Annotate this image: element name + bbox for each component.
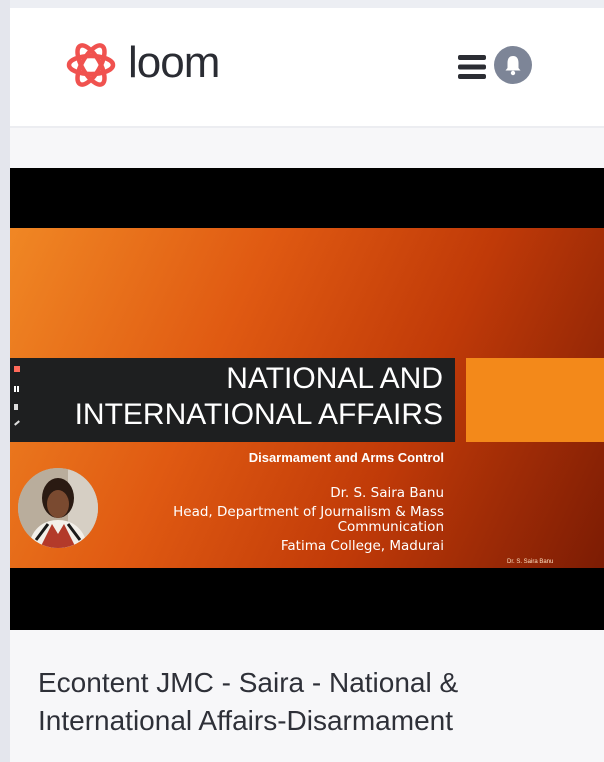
author-name: Dr. S. Saira Banu [330,485,444,501]
slide-toolbar [12,366,24,436]
slide-author-block: Dr. S. Saira Banu Head, Department of Jo… [173,486,444,554]
video-title-line2: International Affairs-Disarmament [38,705,453,736]
brand-name[interactable]: loom [128,38,220,88]
presentation-slide: NATIONAL AND INTERNATIONAL AFFAIRS Disar… [10,228,604,568]
loom-logo-icon[interactable] [62,36,120,94]
notification-icon[interactable] [494,46,532,84]
webcam-bubble[interactable] [18,468,98,548]
page-edge [0,0,10,762]
video-title: Econtent JMC - Saira - National & Intern… [38,664,578,740]
slide-title-line2: INTERNATIONAL AFFAIRS [74,398,443,431]
slide-corner-credit: Dr. S. Saira Banu [507,559,554,565]
top-header: loom [10,8,604,128]
author-role-line2: Communication [337,519,444,535]
slide-title-box: NATIONAL AND INTERNATIONAL AFFAIRS [10,358,455,442]
video-title-line1: Econtent JMC - Saira - National & [38,667,459,698]
pen-icon[interactable] [14,420,20,426]
author-role-line1: Head, Department of Journalism & Mass [173,504,444,520]
slide-subtitle: Disarmament and Arms Control [248,450,444,465]
slide-accent-box [466,358,604,442]
trash-icon[interactable] [14,404,18,410]
slide-title-line1: NATIONAL AND [226,362,443,395]
record-dot-icon[interactable] [14,366,20,372]
loom-share-card: loom NATIONAL AND INTERNATIONAL AFFAIRS [10,8,604,762]
author-institution: Fatima College, Madurai [280,538,444,554]
main-content: NATIONAL AND INTERNATIONAL AFFAIRS Disar… [10,128,604,762]
pause-icon[interactable] [14,386,16,392]
video-player[interactable]: NATIONAL AND INTERNATIONAL AFFAIRS Disar… [10,168,604,630]
presenter-avatar [18,468,98,548]
menu-icon[interactable] [458,54,490,80]
